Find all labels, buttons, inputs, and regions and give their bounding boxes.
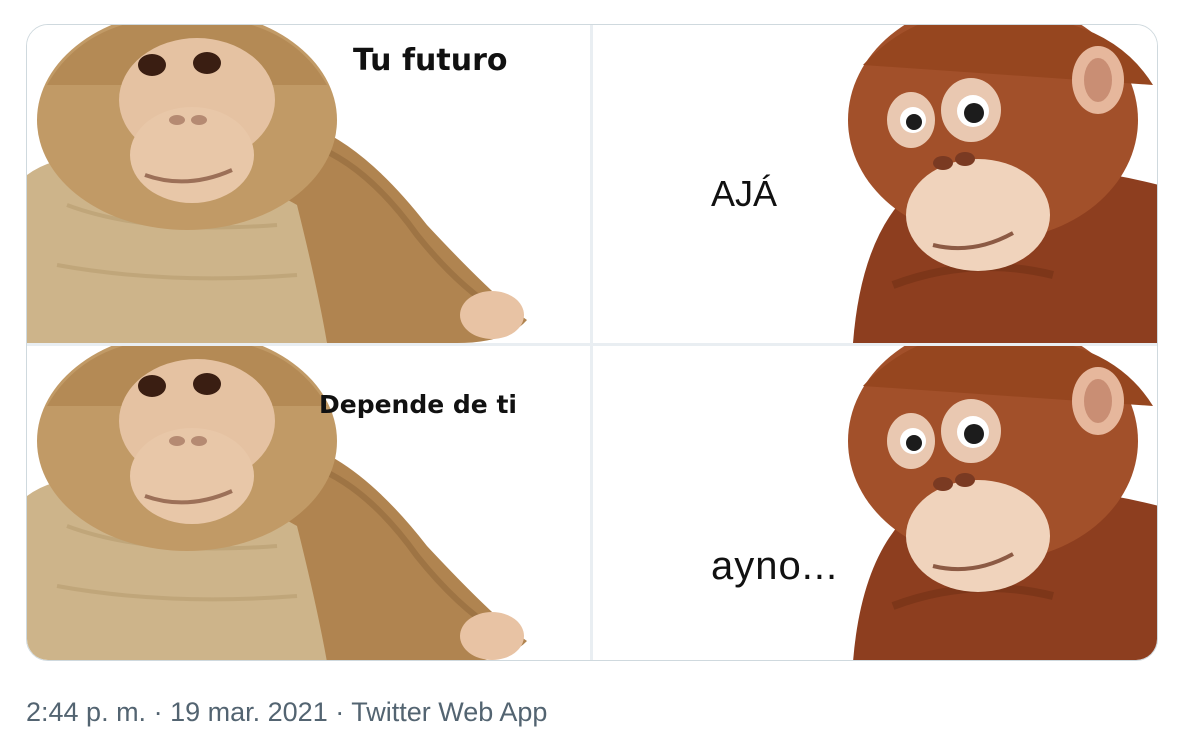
- tweet-timestamp-link[interactable]: 2:44 p. m. · 19 mar. 2021: [26, 697, 328, 727]
- meme-panel-bottom-right: ayno...: [593, 346, 1157, 660]
- meme-panel-top-left: Tu futuro: [27, 25, 590, 343]
- tweet-source-link[interactable]: Twitter Web App: [351, 697, 547, 727]
- tweet-metadata: 2:44 p. m. · 19 mar. 2021 · Twitter Web …: [26, 697, 547, 728]
- meme-panel-bottom-left: Depende de ti: [27, 346, 590, 660]
- tweet-date: 19 mar. 2021: [170, 697, 328, 727]
- caption-depende-de-ti: Depende de ti: [319, 390, 517, 419]
- caption-aja: AJÁ: [711, 173, 778, 214]
- meme-panel-top-right: AJÁ: [593, 25, 1157, 343]
- tweet-time: 2:44 p. m.: [26, 697, 147, 727]
- orange-monkey-illustration: [848, 346, 1157, 660]
- panel-divider-horizontal: [27, 343, 1157, 346]
- meta-separator: ·: [153, 697, 163, 727]
- tweet-photo[interactable]: Tu futuro AJÁ Depende de ti ayno...: [26, 24, 1158, 661]
- meta-separator: ·: [335, 697, 345, 727]
- caption-ayno: ayno...: [711, 544, 839, 588]
- caption-tu-futuro: Tu futuro: [353, 43, 508, 78]
- orange-monkey-illustration: [848, 25, 1157, 343]
